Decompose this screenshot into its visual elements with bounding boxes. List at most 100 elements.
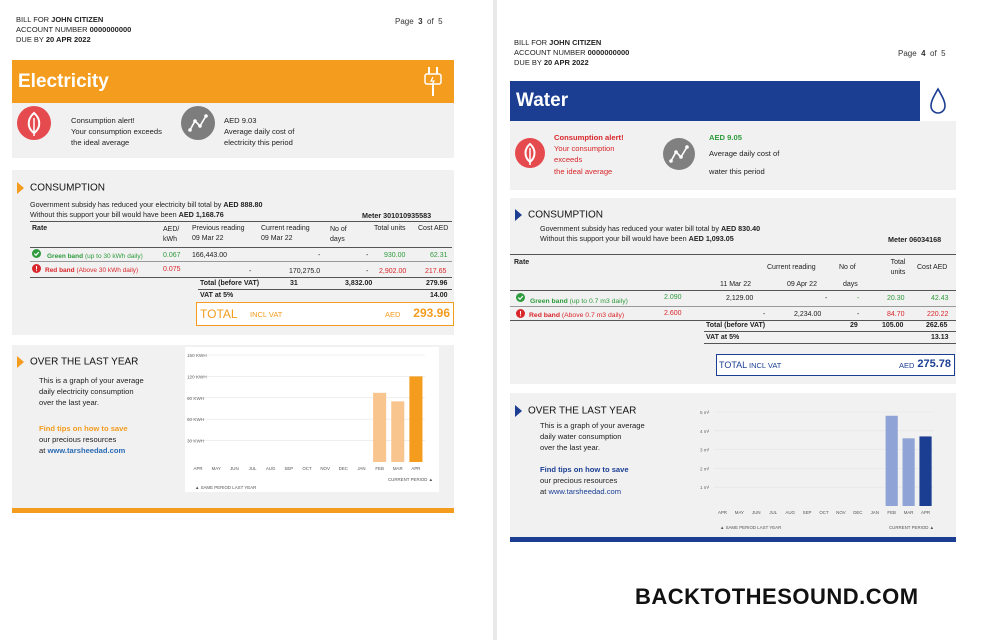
y-tick-label: 120 KWH bbox=[187, 374, 207, 379]
warning-icon bbox=[32, 264, 41, 273]
x-tick-label: AUG bbox=[266, 466, 276, 471]
meter-number: Meter 06034168 bbox=[888, 235, 942, 244]
tarsheedad-link[interactable]: www.tarsheedad.com bbox=[47, 446, 125, 455]
x-tick-label: DEC bbox=[339, 466, 348, 471]
last-year-title: OVER THE LAST YEAR bbox=[17, 356, 138, 368]
tips-text: Find tips on how to save our precious re… bbox=[540, 465, 629, 496]
x-tick-label: DEC bbox=[853, 510, 862, 515]
col-days: No of days bbox=[330, 226, 347, 243]
chart-svg: 5 m³ 4 m³ 3 m³ 2 m³ 1 m³ APR MAY JUN JUL AUG SEP OC… bbox=[700, 410, 934, 530]
watermark: BACKTOTHESOUND.COM bbox=[635, 584, 919, 609]
page-indicator: Page 3 of 5 bbox=[395, 17, 443, 26]
x-tick-label: JUL bbox=[769, 510, 777, 515]
col-rate: Rate bbox=[32, 225, 48, 232]
bar bbox=[902, 438, 915, 506]
x-tick-label: FEB bbox=[375, 466, 384, 471]
x-tick-label: JAN bbox=[871, 510, 879, 515]
col-units: Total units bbox=[890, 259, 906, 276]
consumption-title: CONSUMPTION bbox=[515, 209, 603, 221]
warning-icon bbox=[516, 309, 525, 318]
consumption-title: CONSUMPTION bbox=[17, 182, 105, 194]
last-year-title: OVER THE LAST YEAR bbox=[515, 405, 636, 417]
y-tick-label: 60 KWH bbox=[187, 417, 204, 422]
electricity-chart: 150 KWH 120 KWH 90 KWH 60 KWH 30 KWH APR MAY JU… bbox=[185, 347, 439, 492]
last-year-description: This is a graph of your average daily wat… bbox=[540, 421, 645, 452]
page-indicator: Page 4 of 5 bbox=[898, 49, 946, 58]
bill-header: BILL FOR JOHN CITIZEN ACCOUNT NUMBER 000… bbox=[16, 15, 132, 44]
legend-same-period: ▲ SAME PERIOD LAST YEAR bbox=[195, 485, 256, 490]
x-tick-label: JUL bbox=[249, 466, 257, 471]
y-tick-label: 1 m³ bbox=[700, 485, 710, 490]
water-chart: 5 m³ 4 m³ 3 m³ 2 m³ 1 m³ APR MAY JUN JUL AUG SEP OC… bbox=[698, 404, 940, 532]
col-days: No of bbox=[839, 264, 856, 271]
y-tick-label: 30 KWH bbox=[187, 439, 204, 444]
tarsheedad-link[interactable]: www.tarsheedad.com bbox=[548, 487, 621, 496]
x-tick-label: SEP bbox=[284, 466, 293, 471]
col-current: Current reading bbox=[767, 264, 816, 271]
x-tick-label: APR bbox=[194, 466, 203, 471]
x-tick-label: NOV bbox=[836, 510, 846, 515]
water-banner: Water bbox=[510, 81, 956, 121]
meter-number: Meter 301010935583 bbox=[362, 211, 432, 220]
col-previous: Previous reading bbox=[192, 225, 245, 232]
last-year-description: This is a graph of your average daily ele… bbox=[39, 376, 144, 407]
page-title: Water bbox=[516, 90, 569, 111]
x-tick-label: JUN bbox=[230, 466, 239, 471]
col-previous-date: 11 Mar 22 bbox=[720, 281, 751, 288]
leaf-icon bbox=[17, 106, 51, 140]
y-tick-label: 4 m³ bbox=[700, 429, 710, 434]
y-tick-label: 150 KWH bbox=[187, 353, 207, 358]
x-tick-label: JUN bbox=[752, 510, 761, 515]
bar bbox=[391, 401, 405, 462]
check-icon bbox=[32, 249, 41, 258]
col-days-2: days bbox=[843, 281, 858, 288]
leaf-icon bbox=[515, 138, 545, 168]
x-tick-label: MAR bbox=[393, 466, 403, 471]
trend-chart-icon bbox=[663, 138, 695, 170]
bar bbox=[409, 376, 423, 462]
col-current: Current reading bbox=[261, 225, 310, 232]
tips-text: Find tips on how to save our precious re… bbox=[39, 424, 128, 455]
average-daily-cost: AED 9.03 Average daily cost of electrici… bbox=[224, 116, 295, 147]
total-box: TOTAL INCL VAT AED 275.78 bbox=[716, 354, 955, 376]
bar bbox=[919, 436, 932, 506]
consumption-alert: Consumption alert! Your consumption exce… bbox=[554, 133, 624, 176]
without-support-text: Without this support your bill would hav… bbox=[540, 234, 734, 243]
x-tick-label: APR bbox=[921, 510, 930, 515]
bar bbox=[373, 392, 387, 462]
bar bbox=[885, 415, 898, 506]
check-icon bbox=[516, 293, 525, 302]
subsidy-text: Government subsidy has reduced your elec… bbox=[30, 200, 263, 209]
col-current-date: 09 Mar 22 bbox=[261, 235, 293, 242]
y-tick-label: 3 m³ bbox=[700, 448, 710, 453]
trend-chart-icon bbox=[181, 106, 215, 140]
average-daily-cost: AED 9.05 Average daily cost of water thi… bbox=[709, 133, 780, 176]
electricity-page: BILL FOR JOHN CITIZEN ACCOUNT NUMBER 000… bbox=[0, 0, 493, 640]
water-drop-icon bbox=[930, 87, 946, 114]
col-cost: Cost AED bbox=[917, 264, 948, 271]
col-previous-date: 09 Mar 22 bbox=[192, 235, 224, 242]
x-tick-label: APR bbox=[411, 466, 420, 471]
x-tick-label: APR bbox=[718, 510, 727, 515]
x-tick-label: FEB bbox=[887, 510, 896, 515]
y-tick-label: 90 KWH bbox=[187, 396, 204, 401]
x-tick-label: JAN bbox=[357, 466, 365, 471]
x-tick-label: OCT bbox=[302, 466, 312, 471]
x-tick-label: SEP bbox=[803, 510, 812, 515]
electricity-banner: Electricity bbox=[12, 60, 454, 103]
col-units: Total units bbox=[374, 225, 406, 232]
legend-current-period: CURRENT PERIOD ▲ bbox=[889, 525, 934, 530]
col-current-date: 09 Apr 22 bbox=[787, 281, 817, 288]
page-title: Electricity bbox=[18, 70, 109, 92]
x-tick-label: MAR bbox=[904, 510, 914, 515]
x-tick-label: AUG bbox=[785, 510, 795, 515]
total-box: TOTAL INCL VAT AED 293.96 bbox=[196, 302, 454, 326]
water-page: BILL FOR JOHN CITIZEN ACCOUNT NUMBER 000… bbox=[497, 0, 991, 640]
x-tick-label: OCT bbox=[819, 510, 829, 515]
without-support-text: Without this support your bill would hav… bbox=[30, 210, 224, 219]
consumption-alert: Consumption alert! Your consumption exce… bbox=[71, 116, 162, 147]
col-aed-kwh: AED/ kWh bbox=[163, 226, 180, 243]
legend-same-period: ▲ SAME PERIOD LAST YEAR bbox=[720, 525, 781, 530]
chart-svg: 150 KWH 120 KWH 90 KWH 60 KWH 30 KWH APR MAY JU… bbox=[187, 353, 433, 490]
col-rate: Rate bbox=[514, 259, 530, 266]
